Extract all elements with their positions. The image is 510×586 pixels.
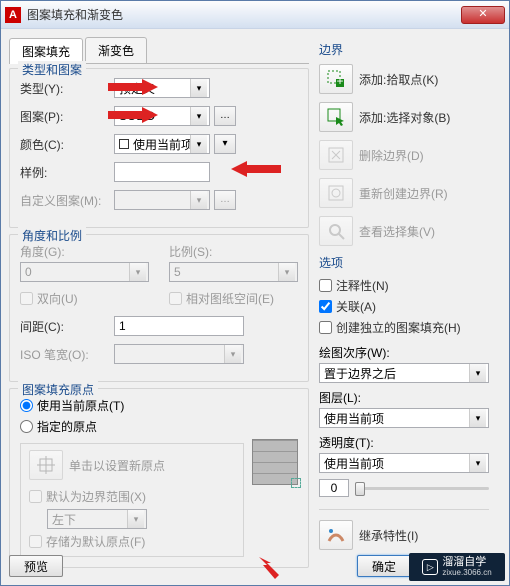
group-title-origin: 图案填充原点 <box>18 381 98 398</box>
delete-boundary-label: 删除边界(D) <box>359 147 424 164</box>
annotative-checkbox[interactable]: 注释性(N) <box>319 277 489 294</box>
transparency-dropdown[interactable]: 使用当前项 <box>319 453 489 473</box>
spacing-label: 间距(C): <box>20 318 114 335</box>
preview-button[interactable]: 预览 <box>9 555 63 577</box>
color-label: 颜色(C): <box>20 136 114 153</box>
angle-label: 角度(G): <box>20 243 149 260</box>
default-extent-checkbox: 默认为边界范围(X) <box>29 488 235 505</box>
pick-origin-icon <box>29 450 63 480</box>
inherit-label: 继承特性(I) <box>359 527 418 544</box>
window-title: 图案填充和渐变色 <box>27 6 461 23</box>
recreate-boundary-label: 重新创建边界(R) <box>359 185 448 202</box>
group-title-angle: 角度和比例 <box>18 227 86 244</box>
add-select-label: 添加:选择对象(B) <box>359 109 450 126</box>
recreate-boundary-button <box>319 178 353 208</box>
double-checkbox: 双向(U) <box>20 290 149 307</box>
type-label: 类型(Y): <box>20 80 114 97</box>
draw-order-label: 绘图次序(W): <box>319 344 489 361</box>
store-origin-checkbox: 存储为默认原点(F) <box>29 533 235 550</box>
draw-order-dropdown[interactable]: 置于边界之后 <box>319 363 489 383</box>
options-title: 选项 <box>319 254 489 271</box>
spacing-input[interactable] <box>114 316 244 336</box>
svg-text:+: + <box>336 74 343 88</box>
boundary-title: 边界 <box>319 41 489 58</box>
ok-button[interactable]: 确定 <box>357 555 411 577</box>
view-selection-label: 查看选择集(V) <box>359 223 435 240</box>
origin-preview <box>252 439 298 485</box>
pattern-dropdown[interactable]: SOLID <box>114 106 210 126</box>
transparency-value[interactable]: 0 <box>319 479 349 497</box>
add-select-button[interactable] <box>319 102 353 132</box>
color-dropdown[interactable]: 使用当前项 <box>114 134 210 154</box>
iso-dropdown <box>114 344 244 364</box>
watermark: ▷ 溜溜自学 zixue.3066.cn <box>409 553 505 581</box>
type-dropdown[interactable]: 预定义 <box>114 78 210 98</box>
group-title-type: 类型和图案 <box>18 61 86 78</box>
custom-pattern-label: 自定义图案(M): <box>20 192 114 209</box>
inherit-button[interactable] <box>319 520 353 550</box>
transparency-slider[interactable] <box>355 487 489 490</box>
angle-dropdown: 0 <box>20 262 149 282</box>
scale-label: 比例(S): <box>169 243 298 260</box>
scale-dropdown: 5 <box>169 262 298 282</box>
associative-checkbox[interactable]: 关联(A) <box>319 298 489 315</box>
relative-checkbox: 相对图纸空间(E) <box>169 290 298 307</box>
add-pick-button[interactable]: + <box>319 64 353 94</box>
origin-specified-radio[interactable]: 指定的原点 <box>20 418 298 435</box>
pick-origin-label: 单击以设置新原点 <box>69 457 165 474</box>
sample-label: 样例: <box>20 164 114 181</box>
pattern-browse-button[interactable]: … <box>214 106 236 126</box>
separate-checkbox[interactable]: 创建独立的图案填充(H) <box>319 319 489 336</box>
layer-dropdown[interactable]: 使用当前项 <box>319 408 489 428</box>
layer-label: 图层(L): <box>319 389 489 406</box>
view-selection-button <box>319 216 353 246</box>
extent-dropdown: 左下 <box>47 509 147 529</box>
add-pick-label: 添加:拾取点(K) <box>359 71 438 88</box>
pattern-label: 图案(P): <box>20 108 114 125</box>
app-icon: A <box>5 7 21 23</box>
custom-pattern-browse: … <box>214 190 236 210</box>
custom-pattern-dropdown <box>114 190 210 210</box>
tab-gradient[interactable]: 渐变色 <box>85 37 147 63</box>
delete-boundary-button <box>319 140 353 170</box>
iso-label: ISO 笔宽(O): <box>20 346 114 363</box>
color-swatch-button[interactable]: ▾ <box>214 134 236 154</box>
transparency-label: 透明度(T): <box>319 434 489 451</box>
sample-preview[interactable] <box>114 162 210 182</box>
origin-current-radio[interactable]: 使用当前原点(T) <box>20 397 298 414</box>
close-button[interactable]: ✕ <box>461 6 505 24</box>
